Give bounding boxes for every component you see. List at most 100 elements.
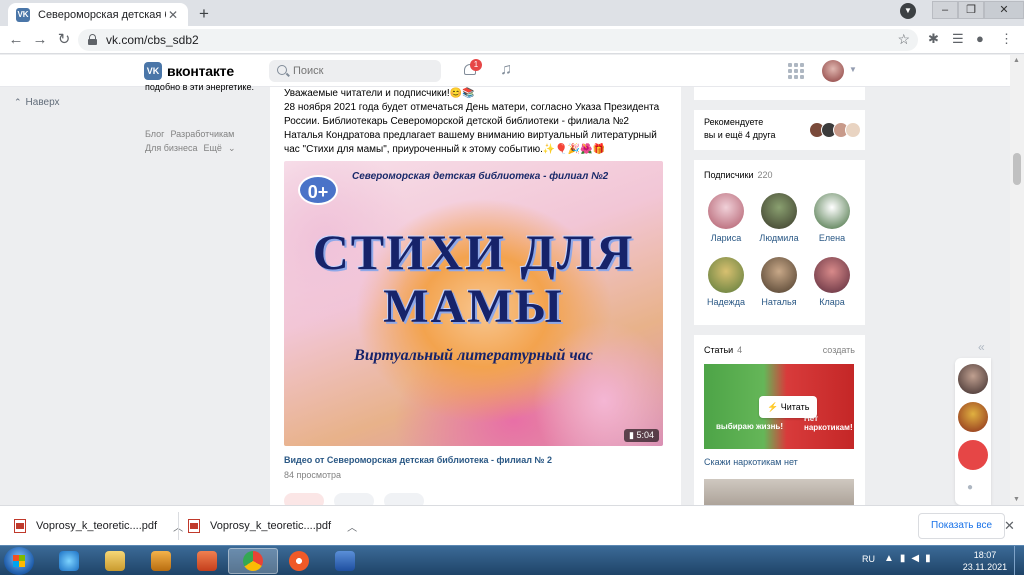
- profile-menu-icon[interactable]: ▼: [900, 3, 916, 19]
- language-indicator[interactable]: RU: [862, 554, 875, 564]
- url-text: vk.com/cbs_sdb2: [106, 33, 199, 47]
- subscribers-title[interactable]: Подписчики 220: [704, 170, 773, 180]
- scrollbar-thumb[interactable]: [1013, 153, 1021, 185]
- apps-grid-icon[interactable]: [788, 63, 804, 79]
- taskbar-ie[interactable]: [44, 548, 94, 574]
- browser-toolbar: ← → ↻ vk.com/cbs_sdb2 ☆ ✱ ☰ ● ⋮: [0, 26, 1024, 54]
- subscriber-item[interactable]: Лариса: [698, 193, 754, 243]
- footer-link-blog[interactable]: Блог: [145, 129, 164, 139]
- user-avatar[interactable]: [822, 60, 844, 82]
- extensions-icon[interactable]: ✱: [928, 31, 939, 47]
- chevron-down-icon[interactable]: ▼: [849, 65, 857, 74]
- lightning-icon: ⚡: [767, 402, 781, 412]
- maximize-button[interactable]: ❐: [958, 1, 984, 19]
- post-body: 28 ноября 2021 года будет отмечаться Ден…: [284, 102, 660, 155]
- article-title-link[interactable]: Скажи наркотикам нет: [704, 457, 798, 467]
- show-desktop-button[interactable]: [1014, 546, 1024, 575]
- video-top-label: Североморская детская библиотека - филиа…: [352, 171, 609, 182]
- download-filename: Voprosy_k_teoretic....pdf: [36, 520, 158, 532]
- taskbar-chrome[interactable]: [228, 548, 278, 574]
- clock-time: 18:07: [973, 550, 997, 560]
- subscriber-item[interactable]: Клара: [804, 257, 860, 307]
- footer-link-business[interactable]: Для бизнеса: [145, 143, 198, 153]
- system-tray-icons[interactable]: ▲▮◀▮: [884, 553, 937, 564]
- avatar: [814, 257, 850, 293]
- articles-label: Статьи: [704, 345, 734, 355]
- taskbar-clock[interactable]: 18:07 23.11.2021: [960, 549, 1010, 573]
- taskbar-media[interactable]: [136, 548, 186, 574]
- article-cover[interactable]: выбираю жизнь! Нет наркотикам! ⚡ Читать: [704, 364, 854, 449]
- reading-list-icon[interactable]: ☰: [952, 31, 964, 47]
- video-caption-link[interactable]: Видео от Североморская детская библиотек…: [284, 455, 552, 465]
- taskbar-explorer[interactable]: [90, 548, 140, 574]
- minimize-button[interactable]: –: [932, 1, 958, 19]
- subscriber-name: Лариса: [710, 233, 742, 243]
- taskbar-word[interactable]: [320, 548, 370, 574]
- recommend-card[interactable]: Рекомендуете вы и ещё 4 друга: [694, 110, 865, 150]
- chevron-down-icon: ⌄: [227, 143, 236, 153]
- chevron-up-icon[interactable]: ︿: [347, 519, 357, 534]
- bookmark-star-icon[interactable]: ☆: [897, 31, 910, 48]
- download-item[interactable]: Voprosy_k_teoretic....pdf ︿: [14, 515, 183, 537]
- windows-taskbar: RU ▲▮◀▮ 18:07 23.11.2021: [0, 545, 1024, 575]
- subscriber-item[interactable]: Елена: [804, 193, 860, 243]
- vk-logo[interactable]: VK вконтакте: [144, 62, 234, 80]
- reload-button[interactable]: ↻: [54, 30, 74, 50]
- tab-title: Североморская детская библиотека: [38, 8, 166, 21]
- video-title-line2: МАМЫ: [383, 280, 564, 333]
- chat-avatar[interactable]: [958, 440, 988, 470]
- powerpoint-icon: [197, 551, 217, 571]
- footer-link-developers[interactable]: Разработчикам: [170, 129, 234, 139]
- browser-tabstrip: VK Североморская детская библиотека ✕ + …: [0, 0, 1024, 26]
- search-icon: [277, 65, 287, 75]
- articles-title[interactable]: Статьи 4: [704, 345, 742, 355]
- video-preview[interactable]: 0+ Североморская детская библиотека - фи…: [284, 161, 663, 446]
- back-button[interactable]: ←: [6, 30, 26, 50]
- taskbar-app[interactable]: [274, 548, 324, 574]
- chrome-icon: [243, 551, 263, 571]
- chevron-up-icon: ⌃: [14, 97, 22, 107]
- age-rating-badge: 0+: [298, 175, 338, 205]
- word-icon: [335, 551, 355, 571]
- video-subtitle: Виртуальный литературный час: [354, 347, 593, 364]
- subscriber-name: Клара: [819, 297, 845, 307]
- account-icon[interactable]: ●: [976, 31, 984, 46]
- subscriber-item[interactable]: Людмила: [751, 193, 807, 243]
- left-side-text: подобно в эти энергетике.: [145, 82, 254, 92]
- scroll-down-icon[interactable]: ▼: [1013, 496, 1020, 503]
- chat-avatar[interactable]: [958, 364, 988, 394]
- vk-search-box[interactable]: [269, 60, 441, 82]
- scroll-top-link[interactable]: ⌃ Наверх: [14, 97, 60, 108]
- subscriber-name: Надежда: [707, 297, 745, 307]
- close-window-button[interactable]: ✕: [984, 1, 1024, 19]
- address-bar[interactable]: vk.com/cbs_sdb2 ☆: [78, 29, 918, 51]
- browser-menu-icon[interactable]: ⋮: [1000, 31, 1013, 47]
- page-scrollbar[interactable]: ▲ ▼: [1010, 55, 1024, 505]
- show-all-downloads-button[interactable]: Показать все: [918, 513, 1006, 539]
- collapse-chats-icon[interactable]: «: [978, 340, 985, 354]
- subscriber-item[interactable]: Надежда: [698, 257, 754, 307]
- tab-close-icon[interactable]: ✕: [166, 8, 180, 22]
- new-tab-button[interactable]: +: [194, 4, 214, 24]
- chat-bubble-icon[interactable]: ●: [967, 482, 973, 493]
- search-input[interactable]: [293, 63, 433, 79]
- read-button-label: Читать: [780, 402, 810, 412]
- chat-avatar[interactable]: [958, 402, 988, 432]
- read-button[interactable]: ⚡ Читать: [759, 396, 818, 418]
- subscriber-item[interactable]: Наталья: [751, 257, 807, 307]
- video-views: 84 просмотра: [284, 470, 342, 480]
- video-title-line1: СТИХИ ДЛЯ: [312, 224, 635, 280]
- lock-icon: [88, 34, 97, 45]
- create-article-link[interactable]: создать: [823, 345, 855, 355]
- taskbar-powerpoint[interactable]: [182, 548, 232, 574]
- footer-link-more[interactable]: Ещё: [204, 143, 222, 153]
- download-item[interactable]: Voprosy_k_teoretic....pdf ︿: [188, 515, 357, 537]
- start-button[interactable]: [4, 547, 34, 575]
- music-icon[interactable]: ♫: [500, 61, 512, 79]
- browser-tab[interactable]: VK Североморская детская библиотека ✕: [8, 3, 188, 26]
- subscribers-label: Подписчики: [704, 170, 754, 180]
- forward-button[interactable]: →: [30, 30, 50, 50]
- scroll-up-icon[interactable]: ▲: [1013, 57, 1020, 64]
- window-controls: ▼ – ❐ ✕: [900, 0, 1024, 22]
- close-icon[interactable]: ✕: [1004, 518, 1015, 534]
